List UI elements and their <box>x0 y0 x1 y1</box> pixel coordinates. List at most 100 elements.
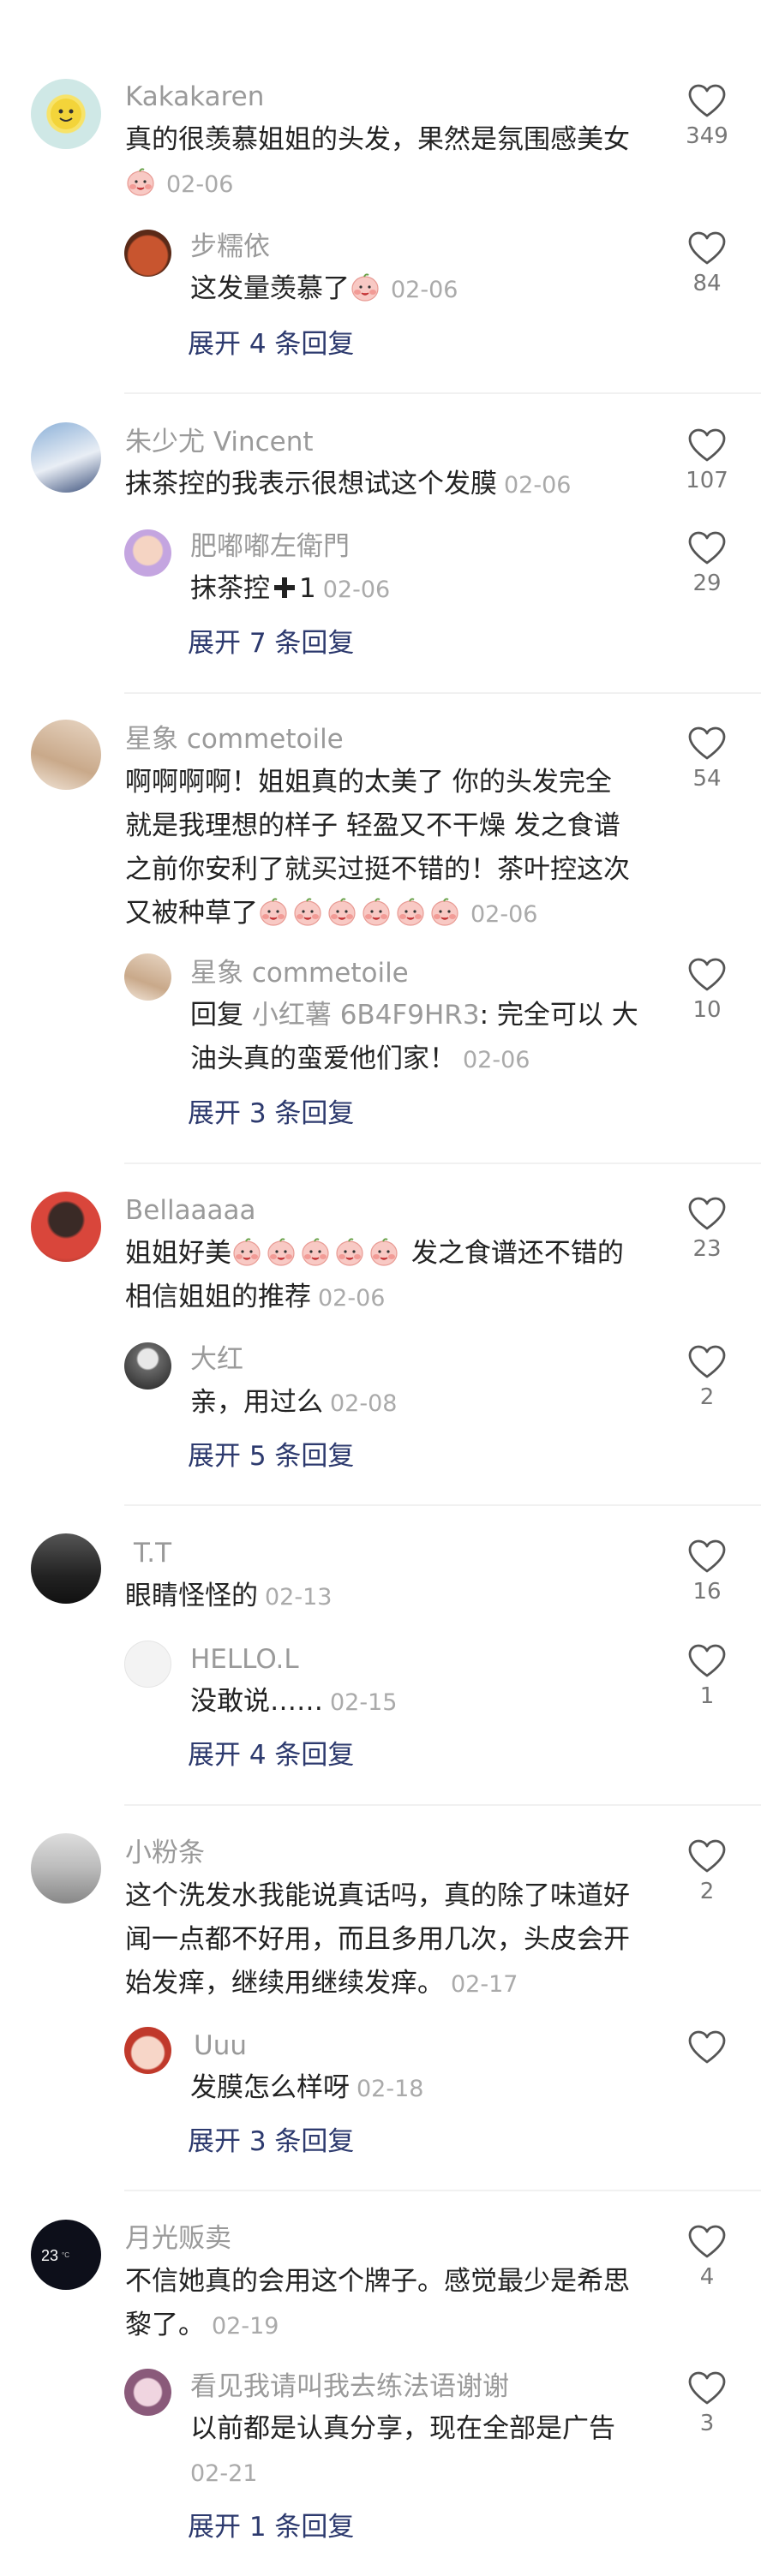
comment-author[interactable]: T.T <box>134 1536 171 1570</box>
peach-emoji-icon <box>334 1236 365 1267</box>
comment-text-content: 姐姐好美 <box>125 1238 231 1269</box>
comment-time: 02-06 <box>470 901 538 928</box>
reply-author[interactable]: HELLO.L <box>190 1642 299 1676</box>
svg-text:23: 23 <box>41 2247 58 2264</box>
reply-time: 02-06 <box>391 277 458 303</box>
reply-author[interactable]: Uuu <box>194 2029 247 2063</box>
comment-text: 不信她真的会用这个牌子。感觉最少是希思 黎了。 02-19 <box>125 2260 674 2348</box>
reply-text-content: 发膜怎么样呀 <box>190 2072 350 2103</box>
comment-time: 02-19 <box>212 2313 279 2340</box>
divider <box>124 1162 761 1164</box>
heart-icon <box>688 428 726 463</box>
avatar[interactable] <box>124 1641 171 1688</box>
avatar[interactable]: 23 °C <box>31 2220 101 2290</box>
expand-replies-button[interactable]: 展开 4 条回复 <box>188 327 354 362</box>
reply-text-line: 油头真的蛮爱他们家！ <box>190 1043 456 1074</box>
reply-text-content: 以前都是认真分享，现在全部是广告 <box>190 2413 615 2444</box>
comment-time: 02-13 <box>265 1584 333 1611</box>
like-button[interactable]: 1 <box>677 1644 737 1711</box>
like-button[interactable]: 10 <box>677 958 737 1025</box>
like-count: 4 <box>699 2264 715 2290</box>
reply-time: 02-21 <box>190 2460 258 2487</box>
avatar[interactable] <box>124 230 171 277</box>
expand-replies-button[interactable]: 展开 3 条回复 <box>188 1097 354 1131</box>
like-count: 2 <box>699 1879 715 1904</box>
like-button[interactable]: 23 <box>677 1197 737 1264</box>
reply-author[interactable]: 大红 <box>190 1342 243 1377</box>
comment-time: 02-06 <box>166 171 234 198</box>
avatar[interactable] <box>124 2369 171 2416</box>
heart-icon <box>688 726 726 761</box>
comment-time: 02-17 <box>451 1971 518 1998</box>
expand-replies-button[interactable]: 展开 7 条回复 <box>188 626 354 660</box>
like-count: 54 <box>692 766 722 792</box>
avatar[interactable] <box>31 1833 101 1904</box>
comment-author[interactable]: Kakakaren <box>125 80 264 114</box>
like-count: 10 <box>692 997 722 1023</box>
avatar[interactable] <box>31 422 101 493</box>
peach-emoji-icon <box>266 1236 297 1267</box>
comment-author[interactable]: 小粉条 <box>125 1836 205 1870</box>
avatar[interactable] <box>31 79 101 149</box>
comment-author[interactable]: 月光贩卖 <box>125 2221 231 2256</box>
comment-author[interactable]: 星象 commetoile <box>125 722 344 756</box>
comment-text-line: 相信姐姐的推荐 <box>125 1282 311 1312</box>
comment-author[interactable]: Bellaaaaa <box>125 1193 256 1228</box>
comment-text: 抹茶控的我表示很想试这个发膜 02-06 <box>125 463 674 507</box>
like-button[interactable]: 4 <box>677 2225 737 2292</box>
svg-text:°C: °C <box>62 2251 69 2259</box>
reply-text-suffix: 1 <box>299 573 316 604</box>
reply-time: 02-06 <box>463 1047 530 1073</box>
avatar[interactable] <box>31 1192 101 1262</box>
like-button[interactable]: 16 <box>677 1539 737 1606</box>
expand-replies-button[interactable]: 展开 3 条回复 <box>188 2125 354 2159</box>
expand-replies-button[interactable]: 展开 1 条回复 <box>188 2510 354 2544</box>
like-button[interactable]: 54 <box>677 726 737 793</box>
reply-time: 02-15 <box>330 1689 398 1716</box>
peach-emoji-icon <box>231 1236 262 1267</box>
peach-emoji-icon <box>300 1236 331 1267</box>
heart-icon <box>688 1644 726 1678</box>
like-count: 16 <box>692 1579 722 1605</box>
like-count: 1 <box>699 1683 715 1709</box>
reply-author[interactable]: 看见我请叫我去练法语谢谢 <box>190 2370 509 2404</box>
like-button[interactable]: 349 <box>677 84 737 151</box>
like-button[interactable]: 29 <box>677 531 737 598</box>
reply-author[interactable]: 星象 commetoile <box>190 956 409 990</box>
comment-text: 姐姐好美 发之食谱还不错的 相信姐姐的推荐 02-06 <box>125 1232 674 1320</box>
comment-text-content: 眼睛怪怪的 <box>125 1581 258 1611</box>
reply-author[interactable]: 肥嘟嘟左衛門 <box>190 529 350 564</box>
like-button[interactable]: 107 <box>677 428 737 495</box>
divider <box>124 1804 761 1806</box>
reply-text: 抹茶控 1 02-06 <box>190 567 653 612</box>
like-count: 23 <box>692 1236 722 1262</box>
expand-replies-button[interactable]: 展开 4 条回复 <box>188 1738 354 1772</box>
like-button[interactable]: 84 <box>677 231 737 298</box>
avatar[interactable] <box>124 529 171 577</box>
comment-text-line: 这个洗发水我能说真话吗，真的除了味道好 <box>125 1880 630 1911</box>
peach-emoji-icon <box>292 896 323 927</box>
like-button[interactable]: 2 <box>677 1345 737 1412</box>
like-button[interactable] <box>677 2030 737 2068</box>
comment-text-content: 真的很羡慕姐姐的头发，果然是氛围感美女 <box>125 124 630 155</box>
avatar[interactable] <box>124 1342 171 1390</box>
avatar[interactable] <box>124 953 171 1001</box>
avatar[interactable] <box>31 1533 101 1604</box>
crying-emoji-icon <box>350 272 380 302</box>
reply-author[interactable]: 步糯依 <box>190 230 270 264</box>
heart-icon <box>688 958 726 992</box>
divider <box>124 692 761 694</box>
reply-text: 以前都是认真分享，现在全部是广告 02-21 <box>190 2407 653 2495</box>
expand-replies-button[interactable]: 展开 5 条回复 <box>188 1439 354 1473</box>
avatar[interactable] <box>31 720 101 790</box>
reply-text-content: 亲，用过么 <box>190 1387 323 1418</box>
reply-text-content: 这发量羡慕了 <box>190 273 350 304</box>
mention-link[interactable]: 小红薯 6B4F9HR3 <box>252 1000 480 1031</box>
comment-text: 眼睛怪怪的 02-13 <box>125 1575 674 1619</box>
comment-author[interactable]: 朱少尤 Vincent <box>125 425 314 459</box>
divider <box>124 2190 761 2191</box>
like-button[interactable]: 2 <box>677 1839 737 1906</box>
avatar[interactable] <box>124 2027 171 2074</box>
comment-text-content: 抹茶控的我表示很想试这个发膜 <box>125 469 497 499</box>
like-button[interactable]: 3 <box>677 2371 737 2438</box>
